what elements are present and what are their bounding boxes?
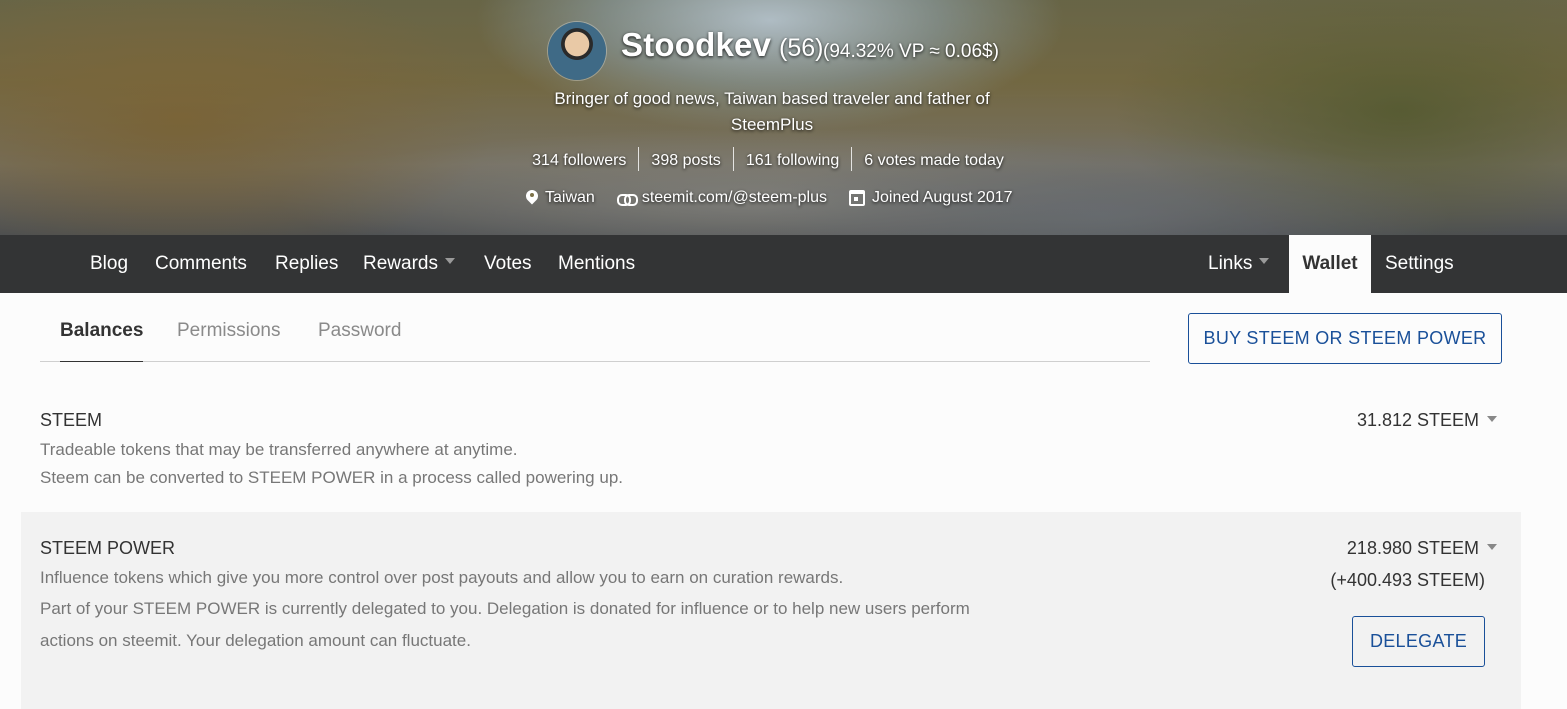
nav-settings[interactable]: Settings	[1385, 235, 1454, 293]
about-line-2: SteemPlus	[730, 115, 814, 134]
steem-power-desc-1: Influence tokens which give you more con…	[40, 568, 844, 587]
avatar[interactable]	[548, 22, 606, 80]
link-icon	[616, 194, 638, 206]
reputation-score: (56)	[779, 34, 824, 62]
chevron-down-icon	[444, 257, 455, 264]
nav-comments[interactable]: Comments	[155, 235, 247, 293]
buy-steem-button[interactable]: BUY STEEM OR STEEM POWER	[1188, 313, 1502, 364]
steem-power-title: STEEM POWER	[40, 538, 176, 558]
steem-power-amount-dropdown[interactable]: 218.980 STEEM	[1347, 538, 1497, 559]
location-text: Taiwan	[545, 189, 595, 206]
nav-votes[interactable]: Votes	[484, 235, 532, 293]
steem-power-desc-3: actions on steemit. Your delegation amou…	[40, 631, 471, 650]
following-count[interactable]: 161 following	[734, 147, 853, 171]
joined-text: Joined August 2017	[872, 189, 1013, 206]
voting-power: (94.32% VP ≈ 0.06$)	[823, 41, 999, 62]
website-link[interactable]: steemit.com/@steem-plus	[642, 189, 827, 207]
posts-count[interactable]: 398 posts	[639, 147, 734, 171]
nav-replies[interactable]: Replies	[275, 235, 338, 293]
nav-links-label: Links	[1208, 253, 1253, 274]
votes-today: 6 votes made today	[864, 152, 1004, 169]
location: Taiwan	[526, 189, 595, 207]
profile-meta: Taiwan steemit.com/@steem-plus Joined Au…	[526, 189, 1035, 207]
chevron-down-icon	[1487, 544, 1497, 551]
steem-power-desc-2: Part of your STEEM POWER is currently de…	[40, 599, 970, 618]
profile-stats: 314 followers 398 posts 161 following 6 …	[520, 147, 1024, 171]
tab-permissions[interactable]: Permissions	[177, 320, 280, 342]
profile-nav: Blog Comments Replies Rewards Votes Ment…	[0, 235, 1567, 293]
profile-about: Bringer of good news, Taiwan based trave…	[520, 86, 1024, 138]
tab-password[interactable]: Password	[318, 320, 401, 342]
nav-mentions[interactable]: Mentions	[558, 235, 635, 293]
calendar-icon	[849, 190, 865, 206]
steem-desc-1: Tradeable tokens that may be transferred…	[40, 440, 518, 459]
joined: Joined August 2017	[849, 189, 1013, 207]
nav-links[interactable]: Links	[1208, 235, 1270, 293]
steem-desc-2: Steem can be converted to STEEM POWER in…	[40, 468, 623, 487]
profile-name: Stoodkev	[621, 26, 772, 63]
chevron-down-icon	[1487, 416, 1497, 423]
delegate-button[interactable]: DELEGATE	[1352, 616, 1485, 667]
delegated-amount: (+400.493 STEEM)	[1330, 570, 1485, 590]
chevron-down-icon	[1259, 257, 1270, 264]
location-pin-icon	[526, 190, 538, 206]
steem-amount: 31.812 STEEM	[1356, 410, 1479, 430]
nav-blog[interactable]: Blog	[90, 235, 128, 293]
tab-balances[interactable]: Balances	[60, 320, 144, 362]
nav-rewards-label: Rewards	[363, 253, 438, 274]
nav-rewards[interactable]: Rewards	[363, 235, 455, 293]
about-line-1: Bringer of good news, Taiwan based trave…	[554, 89, 990, 108]
nav-wallet[interactable]: Wallet	[1289, 235, 1371, 293]
steem-title: STEEM	[40, 410, 103, 430]
wallet-tabs: Balances Permissions Password	[40, 303, 1150, 362]
profile-banner: Stoodkev (56) (94.32% VP ≈ 0.06$) Bringe…	[0, 0, 1567, 235]
steem-amount-dropdown[interactable]: 31.812 STEEM	[1357, 410, 1497, 431]
steem-power-amount: 218.980 STEEM	[1346, 538, 1479, 558]
website[interactable]: steemit.com/@steem-plus	[616, 189, 827, 207]
followers-count[interactable]: 314 followers	[528, 147, 640, 171]
